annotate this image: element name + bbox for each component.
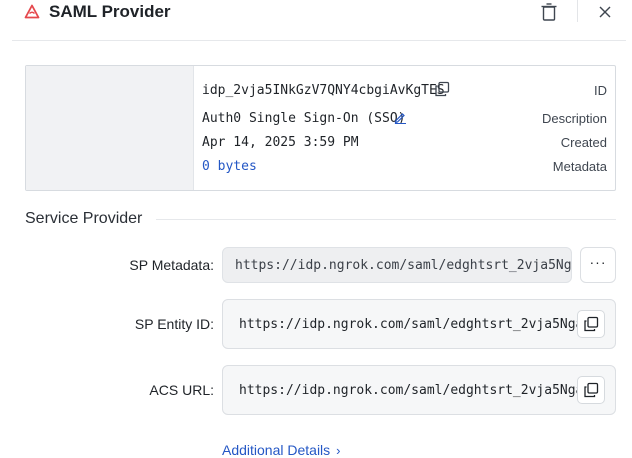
more-options-button[interactable]: ···: [580, 247, 616, 283]
header-divider: [577, 0, 578, 22]
id-label: ID: [594, 83, 607, 98]
close-icon[interactable]: [596, 3, 614, 21]
chevron-right-icon: ›: [336, 443, 341, 458]
sp-metadata-field[interactable]: https://idp.ngrok.com/saml/edghtsrt_2vja…: [222, 247, 572, 283]
description-value: Auth0 Single Sign-On (SSO): [202, 111, 406, 126]
created-label: Created: [560, 135, 607, 150]
trash-icon[interactable]: [540, 2, 558, 22]
additional-details-link[interactable]: Additional Details ›: [222, 442, 341, 458]
acs-url-value: https://idp.ngrok.com/saml/edghtsrt_2vja…: [239, 383, 577, 398]
copy-icon: [584, 382, 599, 398]
copy-sp-entity-id-button[interactable]: [577, 310, 605, 338]
id-value: idp_2vja5INkGzV7QNY4cbgiAvKgTES: [202, 83, 445, 98]
copy-icon: [584, 316, 599, 332]
copy-icon[interactable]: [434, 81, 450, 97]
copy-acs-url-button[interactable]: [577, 376, 605, 404]
sp-metadata-value: https://idp.ngrok.com/saml/edghtsrt_2vja…: [235, 258, 572, 273]
saml-logo-icon: [24, 4, 40, 19]
ellipsis-icon: ···: [589, 254, 607, 270]
metadata-label: Metadata: [552, 159, 607, 174]
acs-url-field[interactable]: https://idp.ngrok.com/saml/edghtsrt_2vja…: [222, 365, 616, 415]
header-separator: [12, 40, 626, 41]
additional-details-label: Additional Details: [222, 442, 331, 458]
sp-metadata-label: SP Metadata:: [129, 257, 214, 273]
section-divider: [156, 219, 616, 220]
sp-entity-id-label: SP Entity ID:: [134, 316, 214, 332]
info-labels-column: [26, 66, 194, 190]
description-label: Description: [541, 111, 607, 126]
acs-url-label: ACS URL:: [149, 382, 214, 398]
sp-entity-id-value: https://idp.ngrok.com/saml/edghtsrt_2vja…: [239, 317, 577, 332]
sp-entity-id-field[interactable]: https://idp.ngrok.com/saml/edghtsrt_2vja…: [222, 299, 616, 349]
created-value: Apr 14, 2025 3:59 PM: [202, 135, 359, 150]
dialog-header: SAML Provider: [0, 0, 632, 41]
dialog-title: SAML Provider: [49, 2, 171, 21]
provider-info-table: ID idp_2vja5INkGzV7QNY4cbgiAvKgTES Descr…: [25, 65, 616, 191]
edit-pencil-icon[interactable]: [394, 111, 407, 124]
service-provider-heading: Service Provider: [25, 210, 143, 227]
metadata-link[interactable]: 0 bytes: [202, 159, 257, 174]
